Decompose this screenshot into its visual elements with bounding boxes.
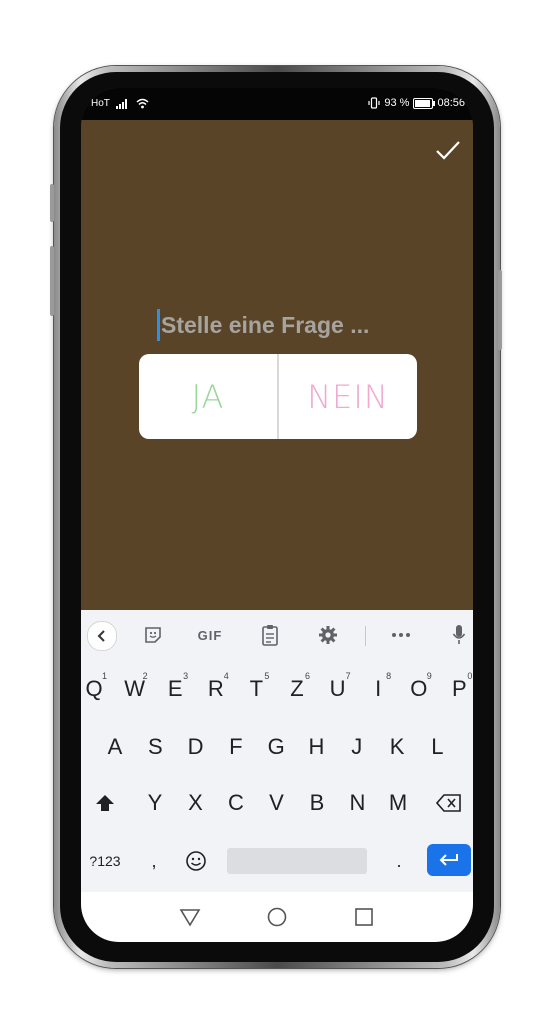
key-hint-5: 5 bbox=[264, 671, 270, 681]
power-button bbox=[498, 270, 502, 350]
status-time: 08:56 bbox=[437, 97, 465, 109]
text-cursor bbox=[157, 309, 160, 341]
space-bar[interactable] bbox=[227, 848, 367, 874]
poll-option-no[interactable]: NEIN bbox=[279, 354, 417, 439]
wifi-icon bbox=[136, 98, 149, 109]
key-x[interactable]: X bbox=[181, 781, 211, 825]
key-r[interactable]: R4 bbox=[201, 667, 231, 711]
key-f[interactable]: F bbox=[221, 725, 251, 769]
comma-key[interactable]: , bbox=[141, 839, 167, 883]
key-hint-3: 3 bbox=[183, 671, 189, 681]
key-q[interactable]: Q1 bbox=[81, 667, 109, 711]
volume-button bbox=[50, 184, 54, 222]
shift-key[interactable] bbox=[87, 781, 123, 825]
key-g[interactable]: G bbox=[261, 725, 291, 769]
phone-screen: HoT 93 % 08:56 Stelle eine Frage ... JA … bbox=[81, 88, 473, 942]
battery-icon bbox=[413, 97, 436, 109]
settings-gear-icon[interactable] bbox=[316, 622, 340, 648]
key-u[interactable]: U7 bbox=[323, 667, 353, 711]
period-key[interactable]: . bbox=[387, 839, 411, 883]
key-n[interactable]: N bbox=[343, 781, 373, 825]
key-w[interactable]: W2 bbox=[120, 667, 150, 711]
key-m[interactable]: M bbox=[383, 781, 413, 825]
key-h[interactable]: H bbox=[302, 725, 332, 769]
symbols-key[interactable]: ?123 bbox=[83, 839, 127, 883]
sticker-icon[interactable] bbox=[141, 622, 165, 648]
key-o[interactable]: O9 bbox=[404, 667, 434, 711]
key-z[interactable]: Z6 bbox=[282, 667, 312, 711]
gif-icon[interactable]: GIF bbox=[193, 622, 227, 648]
key-v[interactable]: V bbox=[262, 781, 292, 825]
key-s[interactable]: S bbox=[140, 725, 170, 769]
microphone-icon[interactable] bbox=[449, 622, 469, 648]
checkmark-icon[interactable] bbox=[433, 136, 463, 166]
key-hint-6: 6 bbox=[304, 671, 310, 681]
back-triangle-icon[interactable] bbox=[179, 906, 201, 928]
key-hint-2: 2 bbox=[142, 671, 148, 681]
key-b[interactable]: B bbox=[302, 781, 332, 825]
more-icon[interactable] bbox=[389, 622, 413, 648]
question-placeholder: Stelle eine Frage ... bbox=[161, 311, 370, 338]
key-hint-8: 8 bbox=[386, 671, 392, 681]
key-hint-0: 0 bbox=[467, 671, 473, 681]
battery-percent: 93 % bbox=[384, 97, 410, 109]
back-chevron-icon[interactable] bbox=[87, 621, 117, 651]
toolbar-separator bbox=[365, 626, 366, 646]
key-j[interactable]: J bbox=[342, 725, 372, 769]
key-c[interactable]: C bbox=[221, 781, 251, 825]
signal-icon bbox=[115, 99, 127, 109]
key-hint-1: 1 bbox=[101, 671, 107, 681]
key-hint-4: 4 bbox=[223, 671, 229, 681]
navigation-bar bbox=[81, 892, 473, 942]
carrier-label: HoT bbox=[91, 98, 110, 109]
key-k[interactable]: K bbox=[382, 725, 412, 769]
question-input[interactable]: Stelle eine Frage ... bbox=[157, 308, 369, 342]
poll-sticker[interactable]: JA NEIN bbox=[139, 354, 417, 439]
key-t[interactable]: T5 bbox=[241, 667, 271, 711]
volume-button-2 bbox=[50, 246, 54, 316]
key-a[interactable]: A bbox=[100, 725, 130, 769]
home-circle-icon[interactable] bbox=[266, 906, 288, 928]
emoji-key[interactable] bbox=[179, 839, 213, 883]
key-l[interactable]: L bbox=[422, 725, 452, 769]
gif-label: GIF bbox=[197, 627, 223, 643]
keyboard: GIF Q 1 W 2 E 3 R 4 T 5 Z 6 U 7 I 8 O 9 … bbox=[81, 610, 473, 892]
key-d[interactable]: D bbox=[181, 725, 211, 769]
keyboard-toolbar: GIF bbox=[81, 610, 473, 660]
backspace-key[interactable] bbox=[431, 781, 467, 825]
key-p[interactable]: P0 bbox=[444, 667, 473, 711]
clipboard-icon[interactable] bbox=[258, 622, 282, 648]
recents-square-icon[interactable] bbox=[353, 906, 375, 928]
status-bar: HoT 93 % 08:56 bbox=[81, 88, 473, 120]
key-y[interactable]: Y bbox=[140, 781, 170, 825]
vibrate-icon bbox=[368, 97, 380, 109]
enter-key[interactable] bbox=[427, 844, 471, 876]
key-i[interactable]: I8 bbox=[363, 667, 393, 711]
key-e[interactable]: E3 bbox=[160, 667, 190, 711]
poll-option-yes[interactable]: JA bbox=[139, 354, 277, 439]
key-hint-9: 9 bbox=[426, 671, 432, 681]
key-hint-7: 7 bbox=[345, 671, 351, 681]
